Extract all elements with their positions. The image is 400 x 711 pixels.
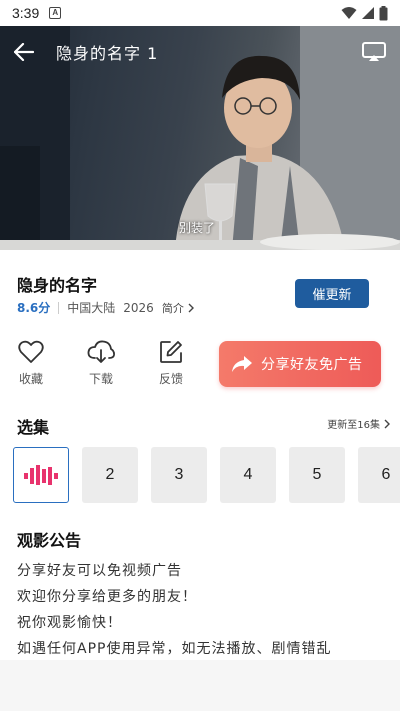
episode-item[interactable]: 5 [289,447,345,503]
share-free-ads-banner[interactable]: 分享好友免广告 [219,341,381,387]
episode-item[interactable]: 3 [151,447,207,503]
notice-title: 观影公告 [17,531,82,550]
episodes-update-link[interactable]: 更新至16集 [327,416,390,431]
notice-line: 欢迎你分享给更多的朋友！ [17,589,197,605]
notification-icon: A [49,7,62,19]
status-icons [341,5,388,21]
back-arrow-icon[interactable] [14,43,34,61]
status-time: 3:39 [12,5,40,21]
meta-divider [58,301,60,314]
heart-icon [18,340,44,363]
rating: 8.6分 [17,301,51,315]
signal-icon [362,7,374,19]
episode-item[interactable]: 2 [82,447,138,503]
share-banner-label: 分享好友免广告 [261,357,363,373]
playing-bars-icon [24,465,58,485]
battery-icon [379,5,388,20]
feedback-label: 反馈 [158,372,183,386]
notice-line: 祝你观影愉快！ [17,615,122,631]
chevron-right-icon [188,303,194,312]
video-player[interactable]: 隐身的名字 1 别装了 [0,26,400,250]
notice-line: 如遇任何APP使用异常，如无法播放、剧情错乱 [17,641,332,657]
edit-icon [160,341,182,363]
cast-icon[interactable] [362,42,386,62]
show-title: 隐身的名字 [17,276,98,295]
year: 2026 [123,300,154,315]
episode-item[interactable]: 6 [358,447,400,503]
update-info-label: 更新至16集 [327,420,380,431]
intro-label: 简介 [161,301,184,315]
feedback-button[interactable]: 反馈 [149,340,193,387]
chevron-right-icon [384,419,390,428]
episodes-title: 选集 [17,418,50,437]
episode-list: 2 3 4 5 6 [13,447,400,503]
notice-line: 分享好友可以免视频广告 [17,563,182,579]
favorite-button[interactable]: 收藏 [9,340,53,387]
bottom-bar [0,660,400,711]
video-subtitle: 别装了 [179,221,216,235]
favorite-label: 收藏 [18,372,43,386]
status-bar: 3:39 A [0,0,400,26]
intro-link[interactable]: 简介 [162,300,194,316]
download-button[interactable]: 下载 [79,340,123,387]
episode-item[interactable]: 4 [220,447,276,503]
wifi-icon [341,7,357,19]
episode-item-current[interactable] [13,447,69,503]
video-topbar: 隐身的名字 1 [0,26,400,78]
download-label: 下载 [88,372,113,386]
video-title: 隐身的名字 1 [56,44,159,63]
urge-update-button[interactable]: 催更新 [295,279,369,308]
show-meta: 8.6分 中国大陆 2026 简介 [17,299,194,316]
region: 中国大陆 [67,301,116,315]
share-arrow-icon [232,356,252,372]
cloud-download-icon [87,340,115,363]
